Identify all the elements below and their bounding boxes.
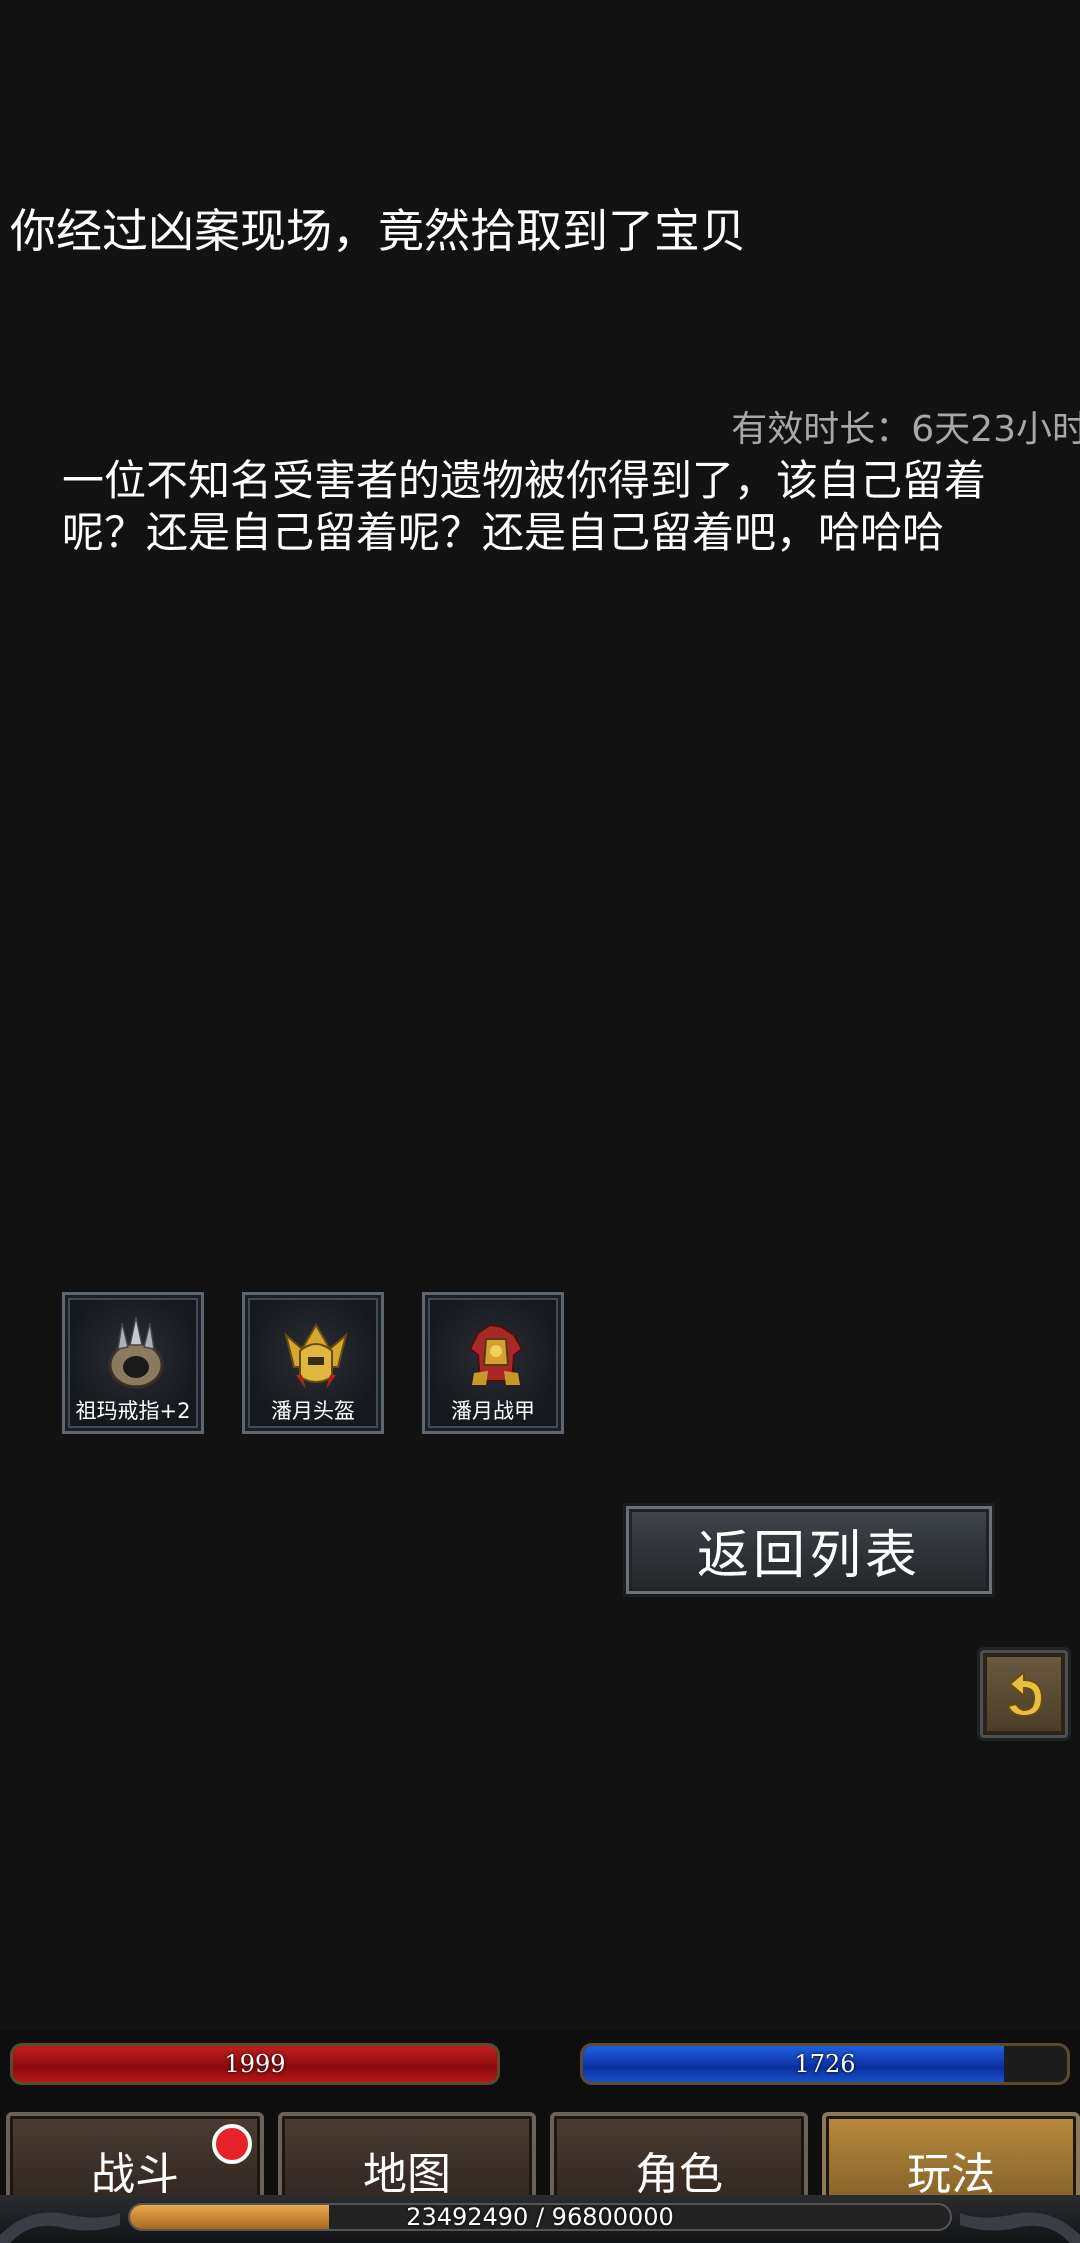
item-label: 潘月头盔 (271, 1399, 355, 1423)
valid-duration: 有效时长：6天23小时 (731, 409, 1080, 450)
event-title: 你经过凶案现场，竟然拾取到了宝贝 (10, 204, 746, 258)
mp-bar: 1726 (580, 2043, 1070, 2085)
hp-bar: 1999 (10, 2043, 500, 2085)
notification-badge (212, 2124, 252, 2164)
hp-value: 1999 (224, 2050, 286, 2078)
reward-item-helmet[interactable]: 潘月头盔 (242, 1292, 384, 1434)
item-label: 祖玛戒指+2 (75, 1399, 191, 1423)
experience-value: 23492490 / 96800000 (406, 2203, 674, 2231)
event-description: 一位不知名受害者的遗物被你得到了，该自己留着呢？还是自己留着呢？还是自己留着吧，… (62, 456, 987, 557)
tab-label: 玩法 (907, 2149, 995, 2200)
reward-items: 祖玛戒指+2 潘月头盔 潘月战甲 (62, 1292, 564, 1434)
back-button[interactable] (980, 1650, 1068, 1738)
armor-icon (468, 1323, 524, 1385)
mp-value: 1726 (794, 2050, 856, 2078)
item-label: 潘月战甲 (451, 1399, 535, 1423)
tab-label: 地图 (363, 2149, 451, 2200)
reward-item-armor[interactable]: 潘月战甲 (422, 1292, 564, 1434)
experience-panel: 23492490 / 96800000 (0, 2195, 1080, 2243)
tab-label: 角色 (635, 2149, 723, 2200)
undo-arrow-icon (1006, 1669, 1044, 1718)
ring-icon (108, 1316, 164, 1389)
return-to-list-button[interactable]: 返回列表 (626, 1506, 992, 1594)
tab-label: 战斗 (91, 2149, 179, 2200)
reward-item-ring[interactable]: 祖玛戒指+2 (62, 1292, 204, 1434)
helmet-icon (284, 1323, 348, 1389)
